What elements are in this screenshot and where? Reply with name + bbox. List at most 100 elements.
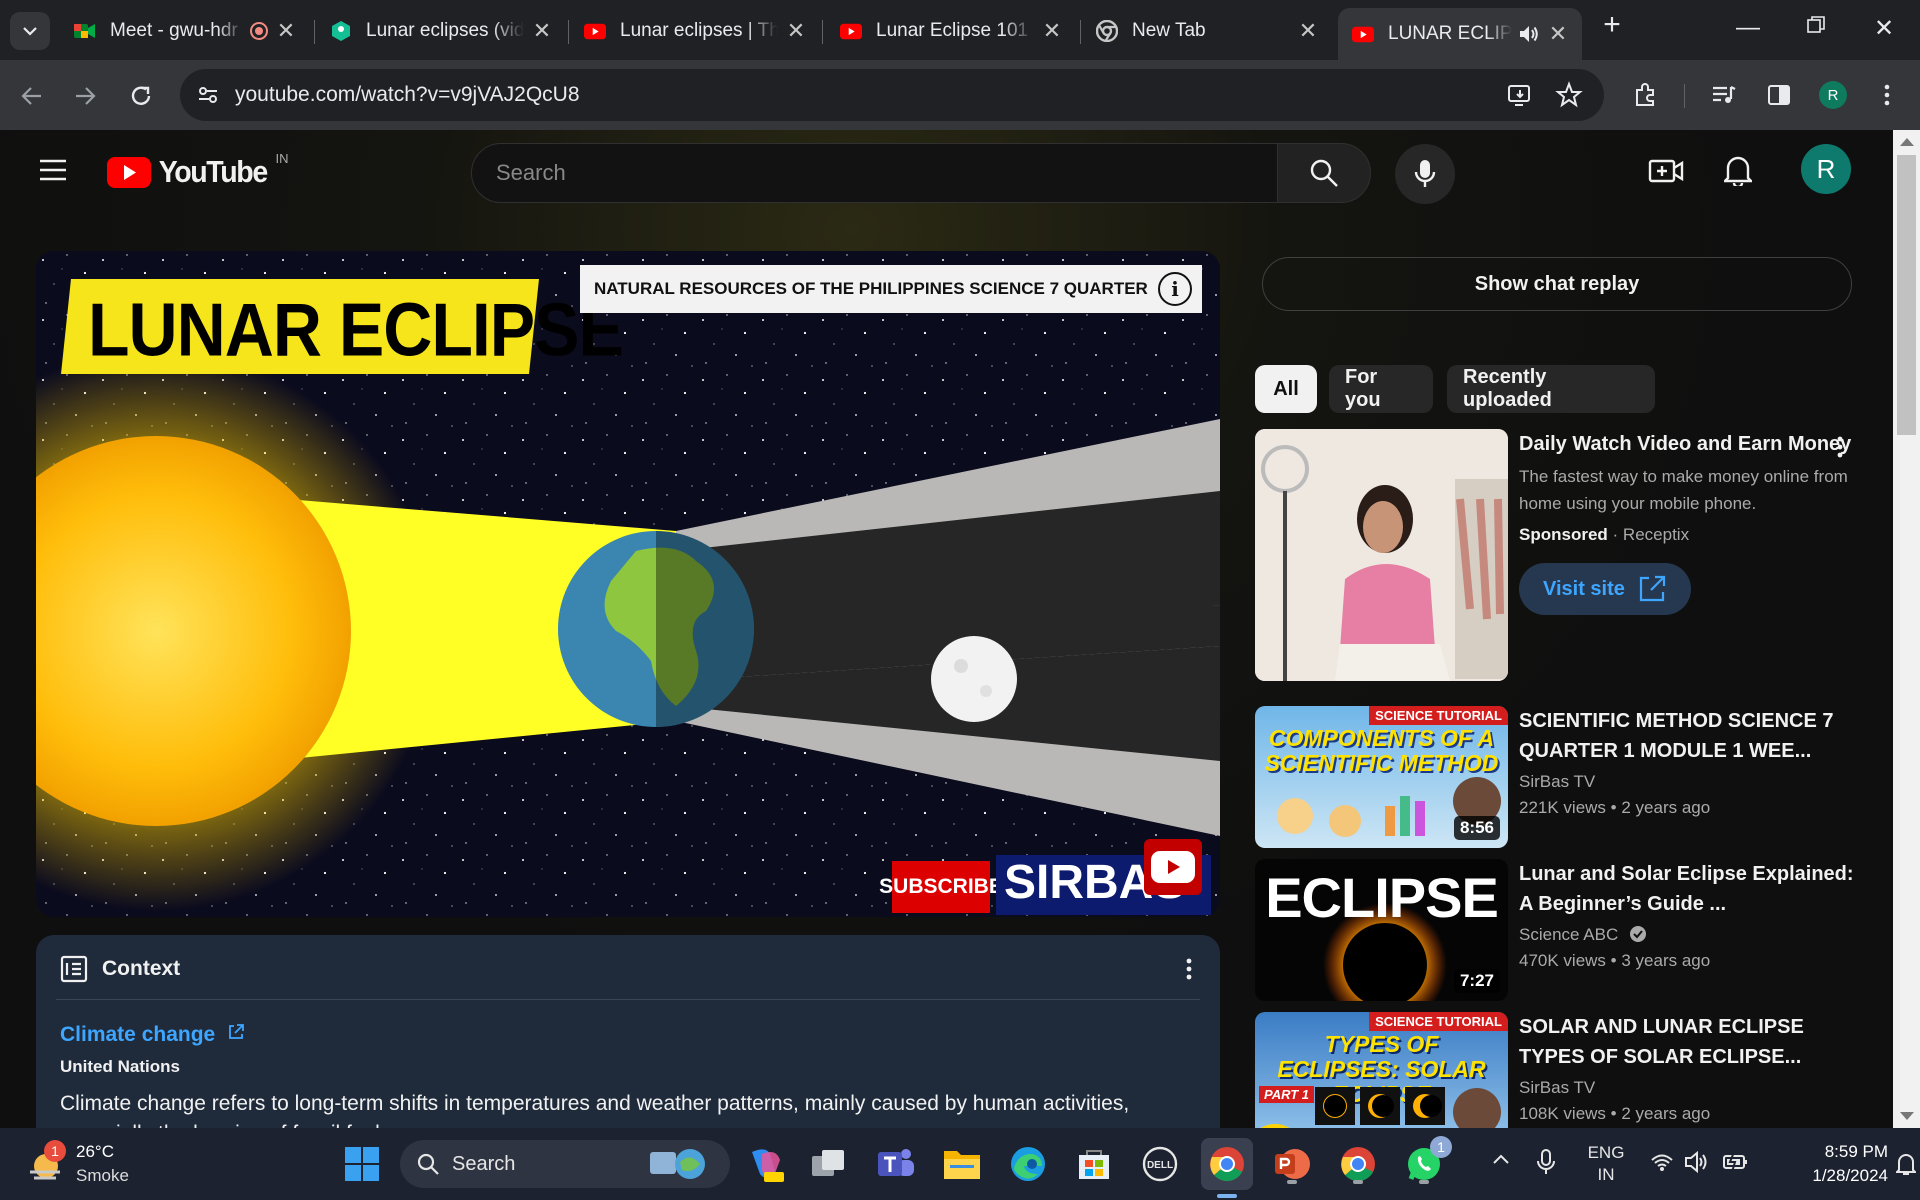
ad-thumbnail[interactable] [1255,429,1508,681]
search-button[interactable] [1277,143,1371,203]
channel-name[interactable]: SirBas TV [1519,772,1859,792]
video-title[interactable]: SCIENTIFIC METHOD SCIENCE 7 QUARTER 1 MO… [1519,706,1859,766]
video-subscribe-overlay: SUBSCRIBE [879,861,1003,913]
video-thumbnail[interactable]: ECLIPSE 7:27 [1255,859,1508,1001]
back-icon[interactable] [14,78,50,114]
video-thumbnail[interactable]: SCIENCE TUTORIAL TYPES OF ECLIPSES: SOLA… [1255,1012,1508,1128]
dell-app[interactable]: DELL [1138,1142,1182,1186]
file-explorer-app[interactable] [940,1142,984,1186]
weather-widget[interactable]: 1 26°C Smoke [26,1140,146,1188]
bookmark-star-icon[interactable] [1555,81,1583,114]
chrome-icon [1210,1147,1244,1182]
search-input[interactable] [496,160,1236,186]
teams-app[interactable] [874,1142,918,1186]
chevron-down-icon [23,27,37,36]
show-hidden-icons-chevron[interactable] [1492,1152,1510,1170]
running-indicator [1217,1194,1237,1198]
tab-search-button[interactable] [10,12,50,50]
voice-search-button[interactable] [1395,144,1455,204]
chip-for-you[interactable]: For you [1329,365,1433,413]
edge-app[interactable] [1006,1142,1050,1186]
channel-name[interactable]: SirBas TV [1519,1078,1859,1098]
close-tab-icon[interactable]: ✕ [786,18,806,44]
youtube-logo[interactable]: YouTube IN [107,151,289,190]
close-tab-icon[interactable]: ✕ [1548,21,1568,47]
chip-recently-uploaded[interactable]: Recently uploaded [1447,365,1655,413]
browser-menu-icon[interactable] [1870,78,1904,112]
video-thumbnail[interactable]: SCIENCE TUTORIAL COMPONENTS OF A SCIENTI… [1255,706,1508,848]
language-indicator[interactable]: ENG IN [1586,1142,1626,1186]
search-box[interactable] [471,143,1278,203]
ad-more-icon[interactable] [1837,435,1843,464]
notifications-icon[interactable] [1894,1152,1918,1181]
hamburger-menu-icon[interactable] [38,158,68,187]
chip-all[interactable]: All [1255,365,1317,413]
chrome-app-active[interactable] [1201,1138,1253,1198]
volume-icon[interactable] [1684,1150,1710,1179]
visit-site-button[interactable]: Visit site [1519,563,1691,615]
video-title[interactable]: SOLAR AND LUNAR ECLIPSE TYPES OF SOLAR E… [1519,1012,1859,1072]
minimize-icon[interactable]: — [1728,14,1768,42]
close-tab-icon[interactable]: ✕ [276,18,296,44]
scroll-down-arrow-icon[interactable] [1900,1112,1914,1120]
audio-playing-icon[interactable] [1518,24,1540,44]
install-app-icon[interactable] [1507,82,1533,113]
tab-meet[interactable]: Meet - gwu-hdr ✕ [60,10,310,52]
scrollbar-thumb[interactable] [1897,155,1916,435]
close-tab-icon[interactable]: ✕ [1042,18,1062,44]
microphone-icon[interactable] [1536,1148,1556,1181]
close-window-icon[interactable]: ✕ [1864,14,1904,43]
video-player[interactable]: LUNAR ECLIPSE SUBSCRIBE SIRBAS TV [36,251,1220,917]
weather-temperature: 26°C [76,1142,114,1161]
tab-youtube-active[interactable]: LUNAR ECLIPSE ✕ [1338,8,1582,60]
dot-separator: • [1610,1104,1617,1123]
recommendation-item[interactable]: SCIENCE TUTORIAL TYPES OF ECLIPSES: SOLA… [1255,1012,1865,1128]
restore-window-icon[interactable] [1796,14,1836,42]
ad-title[interactable]: Daily Watch Video and Earn Money [1519,429,1859,459]
taskbar-search[interactable]: Search [400,1140,730,1188]
battery-icon[interactable] [1722,1151,1750,1177]
show-chat-replay-button[interactable]: Show chat replay [1262,257,1852,311]
powerpoint-app[interactable] [1270,1142,1314,1186]
side-panel-icon[interactable] [1762,78,1796,112]
forward-icon[interactable] [67,78,103,114]
context-more-icon[interactable] [1186,957,1192,986]
context-link-text[interactable]: Climate change [60,1023,215,1046]
microsoft-store-app[interactable] [1072,1142,1116,1186]
notifications-bell-icon[interactable] [1722,154,1754,191]
close-tab-icon[interactable]: ✕ [1298,18,1318,44]
context-link[interactable]: Climate change [60,1023,245,1047]
info-icon[interactable]: i [1158,272,1192,306]
tab-youtube-lunar-eclipse-101[interactable]: Lunar Eclipse 101 | ✕ [826,10,1076,52]
chrome-app-2[interactable] [1336,1142,1380,1186]
account-avatar[interactable]: R [1801,144,1851,194]
tab-new-tab[interactable]: New Tab ✕ [1082,10,1332,52]
recommendation-item[interactable]: ECLIPSE 7:27 Lunar and Solar Eclipse Exp… [1255,859,1865,1001]
start-button[interactable] [340,1142,384,1186]
video-title[interactable]: Lunar and Solar Eclipse Explained: A Beg… [1519,859,1859,919]
address-bar[interactable]: youtube.com/watch?v=v9jVAJ2QcU8 [180,69,1604,121]
wifi-icon[interactable] [1650,1152,1674,1177]
channel-name[interactable]: Science ABC [1519,925,1618,944]
close-tab-icon[interactable]: ✕ [532,18,552,44]
tab-khan-academy[interactable]: Lunar eclipses (video ✕ [316,10,566,52]
create-video-icon[interactable] [1648,156,1684,191]
page-scrollbar[interactable] [1893,130,1920,1128]
site-info-icon[interactable] [196,83,220,112]
clock[interactable]: 8:59 PM 1/28/2024 [1768,1140,1888,1188]
recommendation-item[interactable]: SCIENCE TUTORIAL COMPONENTS OF A SCIENTI… [1255,706,1865,848]
extensions-icon[interactable] [1629,78,1663,112]
copilot-app[interactable] [744,1142,788,1186]
whatsapp-app[interactable]: 1 [1402,1136,1452,1186]
task-view-app[interactable] [806,1142,850,1186]
new-tab-button[interactable]: + [1592,8,1632,42]
info-card-banner[interactable]: NATURAL RESOURCES OF THE PHILIPPINES SCI… [580,265,1202,313]
media-control-icon[interactable] [1707,78,1741,112]
tab-youtube-lunar-eclipses[interactable]: Lunar eclipses | The ✕ [570,10,820,52]
profile-avatar[interactable]: R [1816,78,1850,112]
url-text[interactable]: youtube.com/watch?v=v9jVAJ2QcU8 [235,83,580,107]
tab-separator [1080,20,1081,44]
scroll-up-arrow-icon[interactable] [1900,138,1914,146]
sponsored-ad[interactable]: Daily Watch Video and Earn Money The fas… [1255,429,1865,681]
reload-icon[interactable] [123,78,159,114]
